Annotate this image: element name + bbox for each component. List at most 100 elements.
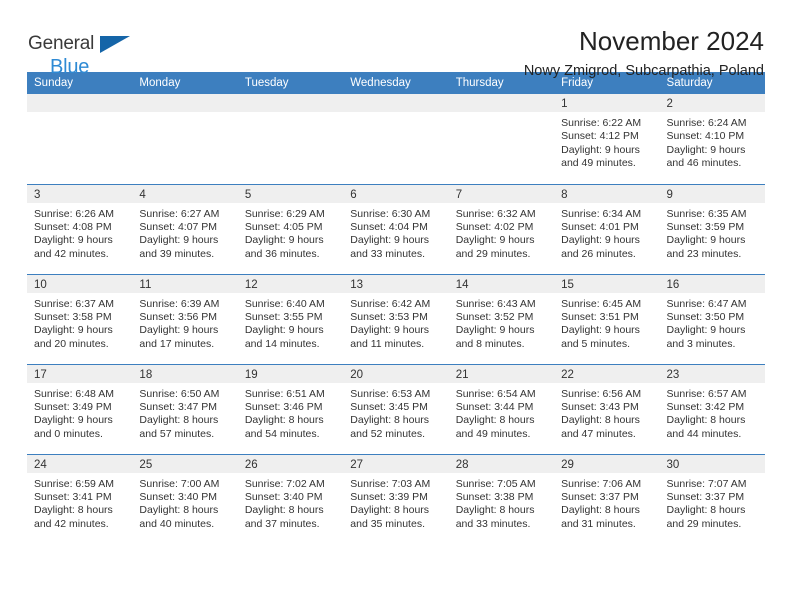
day-info-line: Sunrise: 6:57 AM — [666, 387, 747, 400]
calendar-day-cell[interactable]: 7 Sunrise: 6:32 AM Sunset: 4:02 PM Daylight… — [448, 183, 555, 274]
day-info-line: Sunset: 3:55 PM — [244, 310, 323, 323]
calendar-day-cell[interactable]: 30 Sunrise: 7:07 AM Sunset: 3:37 PM Dayligh… — [659, 453, 765, 544]
day-number — [237, 94, 344, 112]
day-info-line: and 26 minutes. — [561, 247, 636, 260]
day-info-line: Daylight: 8 hours — [244, 414, 324, 427]
day-info-line: Daylight: 9 hours — [350, 324, 430, 337]
day-info-line: and 29 minutes. — [666, 517, 742, 530]
day-info-line: Sunset: 3:46 PM — [244, 400, 323, 413]
calendar-day-cell[interactable]: 14 Sunrise: 6:43 AM Sunset: 3:52 PM Dayligh… — [448, 273, 555, 364]
calendar-day-cell[interactable]: 11 Sunrise: 6:39 AM Sunset: 3:56 PM Dayligh… — [132, 273, 238, 364]
day-sun-info: Sunrise: 6:24 AM Sunset: 4:10 PM Daylight:… — [660, 112, 765, 171]
day-info-line: Sunrise: 6:53 AM — [350, 387, 431, 400]
day-info-line: and 20 minutes. — [34, 337, 109, 350]
day-sun-info: Sunrise: 6:29 AM Sunset: 4:05 PM Daylight:… — [238, 203, 343, 262]
calendar-day-cell[interactable]: 9 Sunrise: 6:35 AM Sunset: 3:59 PM Daylight… — [659, 183, 765, 274]
day-info-line: and 42 minutes. — [34, 247, 109, 260]
day-info-line: Daylight: 9 hours — [455, 324, 535, 337]
day-info-line: Sunrise: 6:48 AM — [34, 387, 114, 400]
day-number: 6 — [343, 184, 449, 203]
day-info-line: Daylight: 8 hours — [455, 414, 535, 427]
day-info-line: Daylight: 9 hours — [455, 234, 535, 247]
day-info-line: Sunset: 3:37 PM — [666, 490, 745, 503]
calendar-day-cell[interactable]: 29 Sunrise: 7:06 AM Sunset: 3:37 PM Dayligh… — [554, 453, 660, 544]
day-info-line: and 54 minutes. — [244, 427, 320, 440]
calendar-day-cell[interactable]: 15 Sunrise: 6:45 AM Sunset: 3:51 PM Dayligh… — [554, 273, 660, 364]
calendar-day-cell[interactable]: 16 Sunrise: 6:47 AM Sunset: 3:50 PM Dayligh… — [659, 273, 765, 364]
calendar-day-cell[interactable]: 10 Sunrise: 6:37 AM Sunset: 3:58 PM Dayligh… — [27, 273, 133, 364]
calendar-day-cell[interactable]: 25 Sunrise: 7:00 AM Sunset: 3:40 PM Dayligh… — [132, 453, 238, 544]
day-info-line: Sunset: 3:56 PM — [139, 310, 218, 323]
day-number: 16 — [659, 274, 765, 293]
day-info-line: Sunrise: 6:34 AM — [561, 207, 642, 220]
day-sun-info: Sunrise: 6:54 AM Sunset: 3:44 PM Daylight:… — [449, 383, 554, 442]
calendar-day-cell[interactable]: 5 Sunrise: 6:29 AM Sunset: 4:05 PM Daylight… — [237, 183, 344, 274]
calendar-day-cell[interactable]: 24 Sunrise: 6:59 AM Sunset: 3:41 PM Dayligh… — [27, 453, 133, 544]
calendar-day-cell[interactable]: 6 Sunrise: 6:30 AM Sunset: 4:04 PM Daylight… — [343, 183, 449, 274]
day-info-line: Sunrise: 6:42 AM — [350, 297, 431, 310]
day-info-line: and 29 minutes. — [455, 247, 531, 260]
day-info-line: Sunset: 3:38 PM — [455, 490, 534, 503]
day-sun-info: Sunrise: 6:53 AM Sunset: 3:45 PM Daylight:… — [343, 383, 448, 442]
day-info-line: Sunrise: 6:39 AM — [139, 297, 220, 310]
day-info-line: Sunrise: 6:29 AM — [244, 207, 325, 220]
general-blue-logo[interactable]: General Blue — [28, 28, 148, 77]
day-number: 13 — [343, 274, 449, 293]
day-number: 22 — [554, 364, 660, 383]
calendar-day-cell[interactable]: 28 Sunrise: 7:05 AM Sunset: 3:38 PM Dayligh… — [448, 453, 555, 544]
day-info-line: Daylight: 8 hours — [666, 504, 746, 517]
calendar-day-cell[interactable]: 13 Sunrise: 6:42 AM Sunset: 3:53 PM Dayligh… — [343, 273, 449, 364]
day-info-line: Daylight: 9 hours — [139, 324, 219, 337]
calendar-day-cell[interactable]: 22 Sunrise: 6:56 AM Sunset: 3:43 PM Dayligh… — [554, 363, 660, 454]
calendar-day-cell[interactable]: 12 Sunrise: 6:40 AM Sunset: 3:55 PM Dayligh… — [237, 273, 344, 364]
day-info-line: and 52 minutes. — [350, 427, 425, 440]
day-info-line: and 3 minutes. — [666, 337, 736, 350]
calendar-day-cell[interactable]: 3 Sunrise: 6:26 AM Sunset: 4:08 PM Daylight… — [27, 183, 133, 274]
calendar-day-cell[interactable]: 2 Sunrise: 6:24 AM Sunset: 4:10 PM Daylight… — [659, 94, 765, 184]
page-header: General Blue November 2024 Nowy Zmigrod,… — [0, 0, 792, 79]
day-info-line: Sunset: 3:58 PM — [34, 310, 112, 323]
calendar-day-cell[interactable]: 18 Sunrise: 6:50 AM Sunset: 3:47 PM Dayligh… — [132, 363, 238, 454]
day-info-line: and 49 minutes. — [455, 427, 531, 440]
calendar-week-row: 17 Sunrise: 6:48 AM Sunset: 3:49 PM Dayligh… — [27, 363, 765, 454]
day-info-line: and 42 minutes. — [34, 517, 109, 530]
calendar-day-cell[interactable]: 19 Sunrise: 6:51 AM Sunset: 3:46 PM Dayligh… — [237, 363, 344, 454]
day-info-line: Sunrise: 7:07 AM — [666, 477, 747, 490]
day-info-line: Daylight: 8 hours — [139, 504, 219, 517]
day-info-line: Sunset: 4:02 PM — [455, 220, 534, 233]
day-number: 18 — [132, 364, 238, 383]
day-sun-info: Sunrise: 6:48 AM Sunset: 3:49 PM Daylight:… — [27, 383, 132, 442]
day-info-line: and 0 minutes. — [34, 427, 103, 440]
calendar-day-cell[interactable]: 4 Sunrise: 6:27 AM Sunset: 4:07 PM Daylight… — [132, 183, 238, 274]
blue-triangle-flag-icon — [100, 36, 130, 53]
calendar-container: Sunday Monday Tuesday Wednesday Thursday Frid… — [0, 72, 792, 544]
day-info-line: Sunrise: 6:40 AM — [244, 297, 325, 310]
day-info-line: Sunset: 3:40 PM — [244, 490, 323, 503]
day-info-line: Sunset: 3:51 PM — [561, 310, 639, 323]
calendar-day-cell[interactable]: 23 Sunrise: 6:57 AM Sunset: 3:42 PM Dayligh… — [659, 363, 765, 454]
day-info-line: Sunrise: 6:56 AM — [561, 387, 642, 400]
day-info-line: Sunrise: 6:51 AM — [244, 387, 325, 400]
day-info-line: and 36 minutes. — [244, 247, 320, 260]
day-number: 28 — [448, 454, 555, 473]
calendar-day-cell[interactable]: 17 Sunrise: 6:48 AM Sunset: 3:49 PM Dayligh… — [27, 363, 133, 454]
day-info-line: and 23 minutes. — [666, 247, 742, 260]
day-info-line: Sunrise: 6:22 AM — [561, 117, 642, 129]
calendar-week-row: 3 Sunrise: 6:26 AM Sunset: 4:08 PM Daylight… — [27, 183, 765, 274]
weekday-header-tuesday: Tuesday — [237, 72, 344, 94]
day-info-line: Sunset: 4:05 PM — [244, 220, 323, 233]
day-info-line: Sunrise: 6:24 AM — [666, 117, 747, 129]
day-sun-info: Sunrise: 6:22 AM Sunset: 4:12 PM Daylight:… — [554, 112, 659, 171]
calendar-day-cell[interactable]: 1 Sunrise: 6:22 AM Sunset: 4:12 PM Daylight… — [554, 94, 660, 184]
calendar-day-cell[interactable]: 21 Sunrise: 6:54 AM Sunset: 3:44 PM Dayligh… — [448, 363, 555, 454]
day-number: 21 — [448, 364, 555, 383]
day-info-line: Sunset: 3:42 PM — [666, 400, 745, 413]
day-info-line: Sunrise: 6:59 AM — [34, 477, 114, 490]
calendar-day-cell[interactable]: 8 Sunrise: 6:34 AM Sunset: 4:01 PM Daylight… — [554, 183, 660, 274]
calendar-day-cell[interactable]: 27 Sunrise: 7:03 AM Sunset: 3:39 PM Dayligh… — [343, 453, 449, 544]
day-number: 30 — [659, 454, 765, 473]
calendar-day-cell[interactable]: 20 Sunrise: 6:53 AM Sunset: 3:45 PM Dayligh… — [343, 363, 449, 454]
calendar-day-cell[interactable]: 26 Sunrise: 7:02 AM Sunset: 3:40 PM Dayligh… — [237, 453, 344, 544]
day-info-line: Sunset: 3:50 PM — [666, 310, 745, 323]
day-info-line: Sunrise: 6:27 AM — [139, 207, 220, 220]
